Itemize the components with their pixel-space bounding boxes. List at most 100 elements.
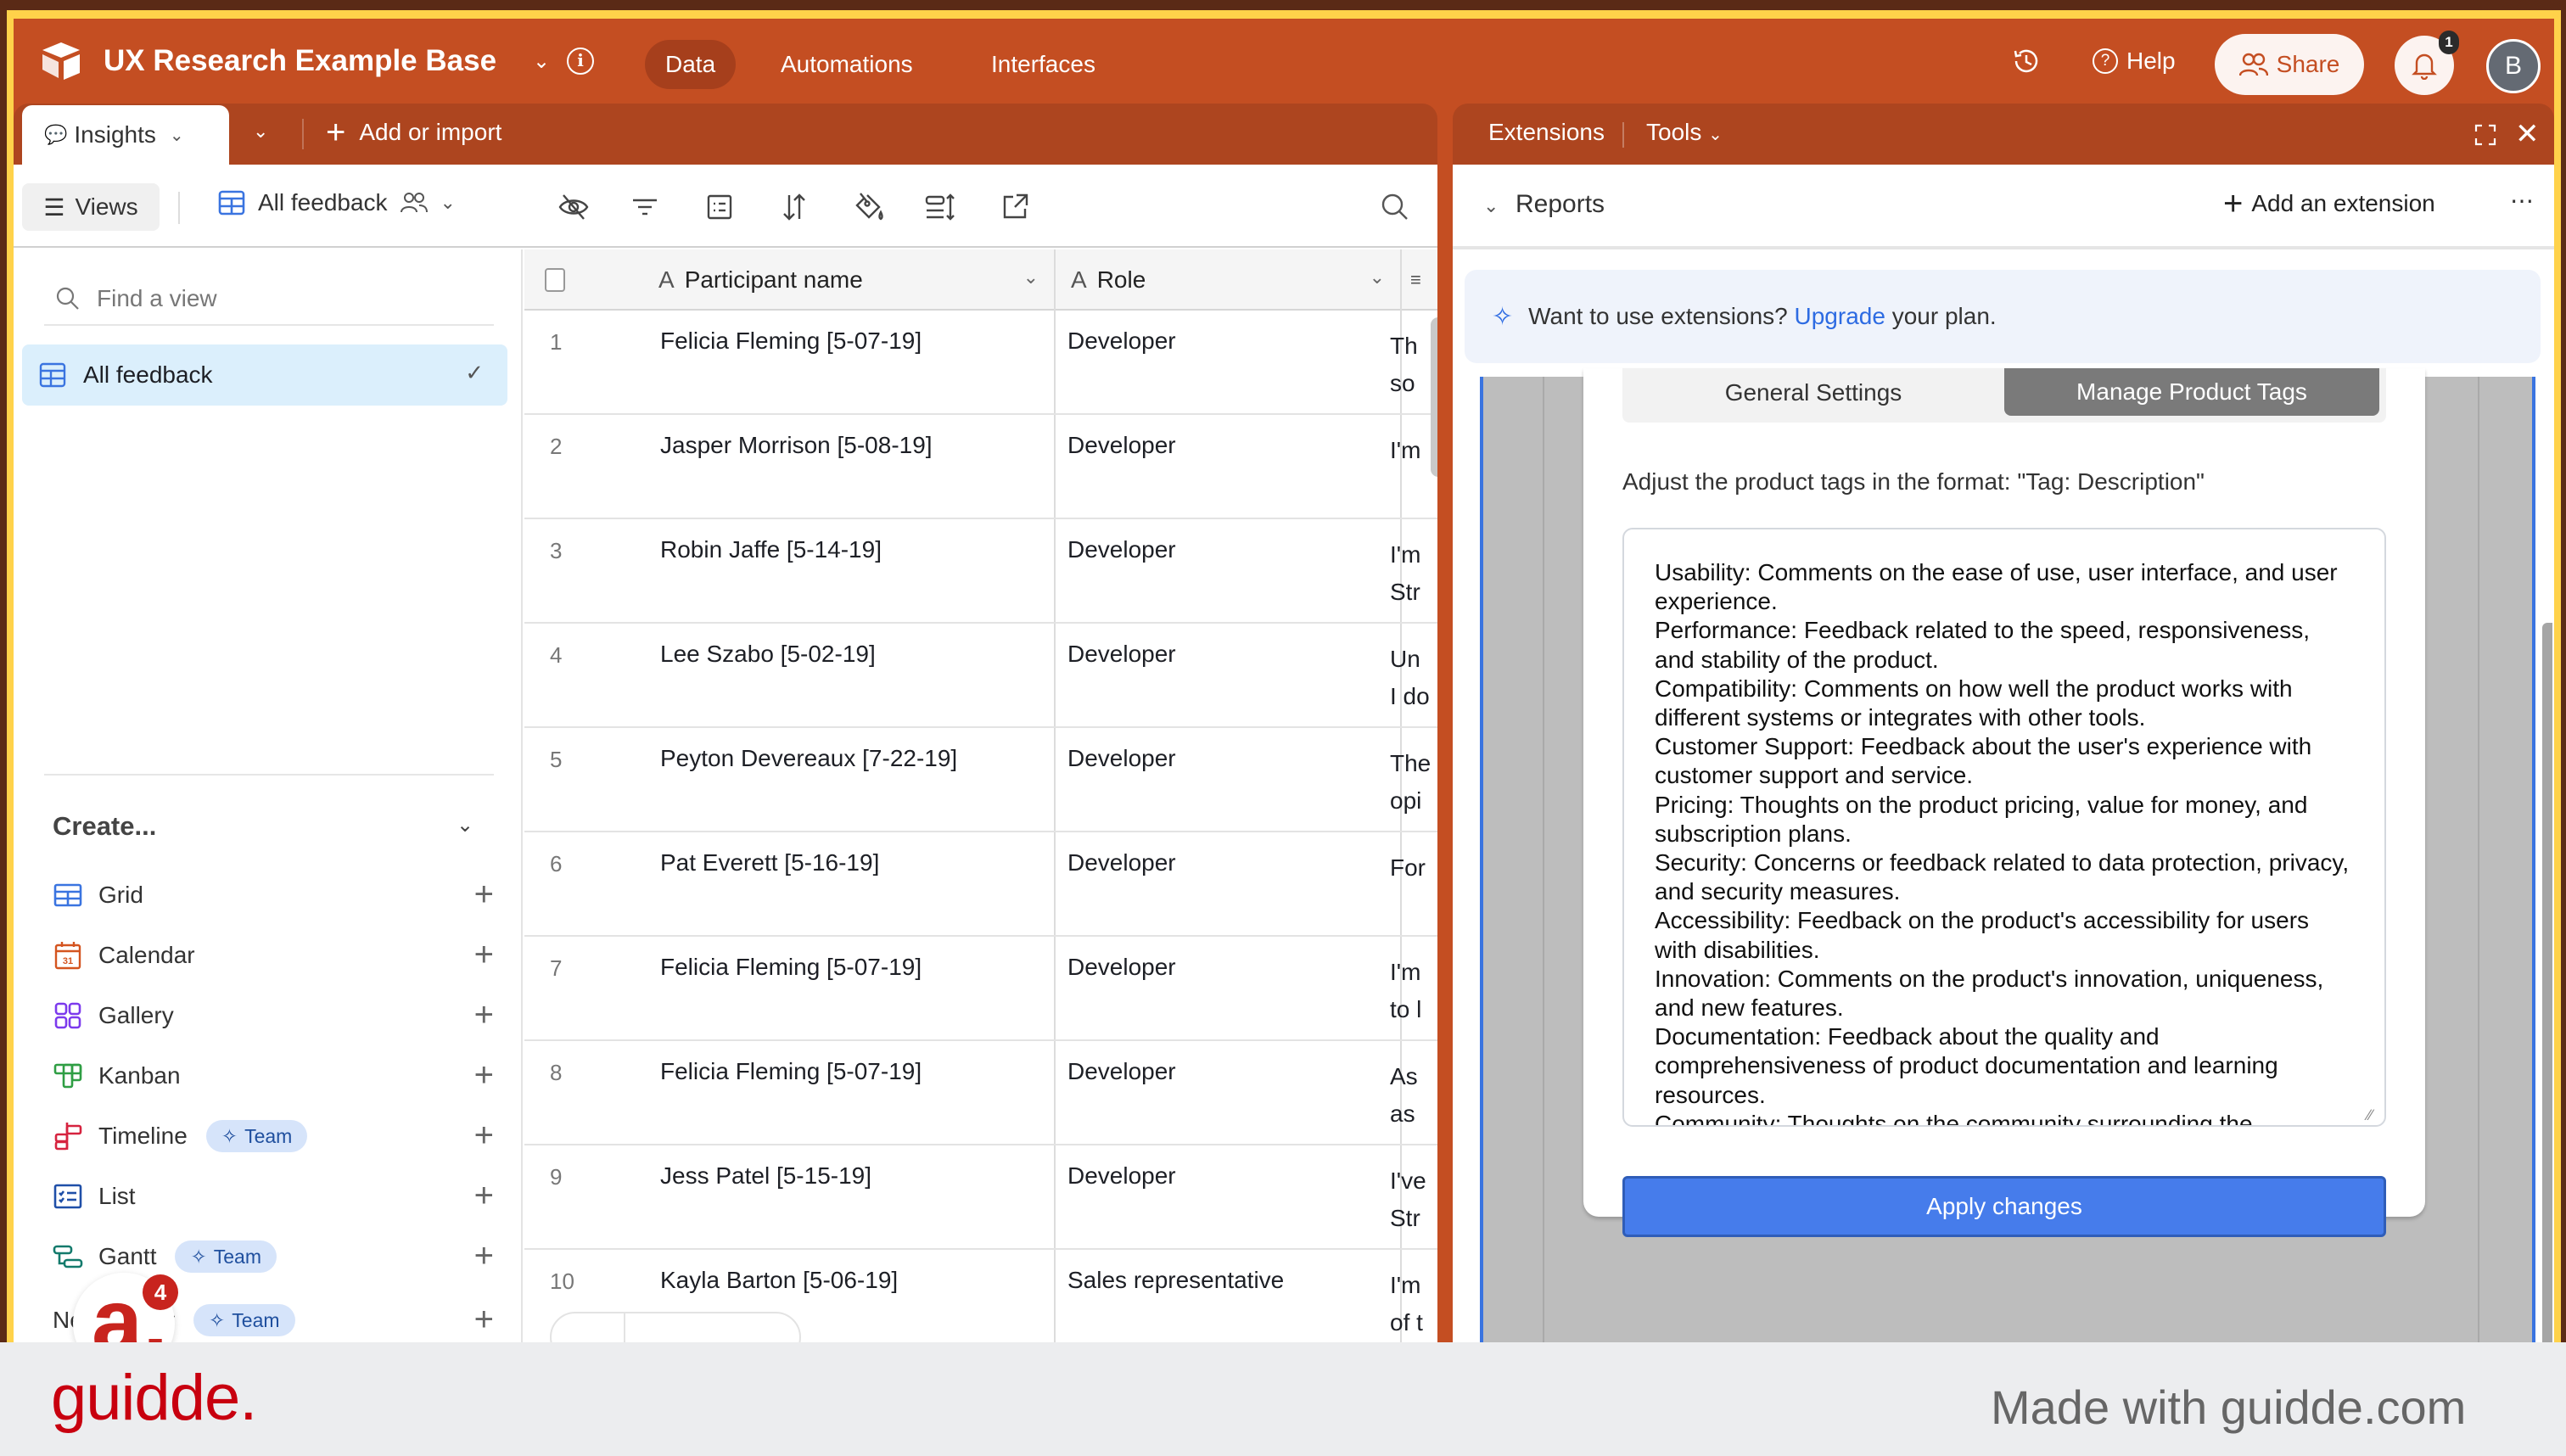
plus-icon[interactable]: +	[474, 1056, 494, 1094]
feedback-cell[interactable]: Un I do	[1390, 641, 1437, 715]
extensions-title[interactable]: Extensions	[1488, 119, 1605, 146]
column-header-feedback[interactable]: ≡	[1402, 249, 1437, 311]
grid-scrollbar[interactable]	[1431, 317, 1437, 477]
chevron-down-icon[interactable]: ⌄	[533, 49, 550, 74]
role-cell[interactable]: Developer	[1067, 1162, 1176, 1190]
role-cell[interactable]: Developer	[1067, 849, 1176, 876]
participant-name-cell[interactable]: Jess Patel [5-15-19]	[660, 1162, 871, 1190]
role-cell[interactable]: Developer	[1067, 536, 1176, 563]
search-icon[interactable]	[1378, 190, 1412, 224]
role-cell[interactable]: Developer	[1067, 641, 1176, 668]
expand-icon[interactable]	[2473, 122, 2498, 148]
tab-manage-product-tags[interactable]: Manage Product Tags	[2004, 368, 2379, 416]
feedback-cell[interactable]: The opi	[1390, 745, 1437, 820]
plus-icon[interactable]: +	[474, 876, 494, 913]
participant-name-cell[interactable]: Lee Szabo [5-02-19]	[660, 641, 876, 668]
add-extension-button[interactable]: + Add an extension	[2223, 187, 2435, 221]
more-options-icon[interactable]: ⋯	[2510, 187, 2535, 215]
role-cell[interactable]: Developer	[1067, 432, 1176, 459]
history-icon[interactable]	[2009, 44, 2043, 78]
participant-name-cell[interactable]: Pat Everett [5-16-19]	[660, 849, 879, 876]
resize-handle-icon[interactable]: ∕∕	[2367, 1106, 2373, 1124]
column-header-participant-name[interactable]: A Participant name ⌄	[601, 249, 1056, 311]
plus-icon[interactable]: +	[474, 1117, 494, 1154]
extensions-scrollbar[interactable]	[2542, 623, 2552, 1342]
feedback-cell[interactable]: I've Str	[1390, 1162, 1437, 1237]
chevron-down-icon[interactable]: ⌄	[1483, 195, 1499, 217]
feedback-cell[interactable]: I'm to l	[1390, 954, 1437, 1028]
role-cell[interactable]: Developer	[1067, 1058, 1176, 1085]
tab-insights[interactable]: 💬 Insights ⌄	[22, 105, 229, 165]
row-height-icon[interactable]	[923, 190, 957, 224]
plus-icon[interactable]: +	[474, 996, 494, 1033]
participant-name-cell[interactable]: Robin Jaffe [5-14-19]	[660, 536, 882, 563]
table-row[interactable]: 5 Peyton Devereaux [7-22-19] Developer The …	[524, 728, 1437, 832]
pane-resize-handle[interactable]	[1437, 104, 1453, 1342]
find-view-input[interactable]: Find a view	[44, 273, 494, 326]
table-row[interactable]: 2 Jasper Morrison [5-08-19] Developer I'm	[524, 415, 1437, 519]
group-icon[interactable]	[703, 190, 737, 224]
user-avatar[interactable]: B	[2486, 39, 2541, 93]
create-gallery-view[interactable]: Gallery +	[53, 994, 494, 1037]
plus-icon[interactable]: +	[474, 1177, 494, 1214]
create-section-header[interactable]: Create...	[53, 811, 156, 842]
nav-automations[interactable]: Automations	[760, 40, 933, 89]
feedback-cell[interactable]: I'm Str	[1390, 536, 1437, 611]
feedback-cell[interactable]: I'm of t	[1390, 1267, 1437, 1341]
dashboard-name[interactable]: Reports	[1516, 190, 1605, 219]
upgrade-link[interactable]: Upgrade	[1795, 303, 1885, 329]
help-button[interactable]: ? Help	[2093, 44, 2176, 78]
participant-name-cell[interactable]: Felicia Fleming [5-07-19]	[660, 1058, 922, 1085]
role-cell[interactable]: Developer	[1067, 954, 1176, 981]
filter-icon[interactable]	[628, 190, 662, 224]
product-tags-textarea[interactable]: Usability: Comments on the ease of use, …	[1622, 528, 2386, 1127]
participant-name-cell[interactable]: Kayla Barton [5-06-19]	[660, 1267, 898, 1294]
sidebar-view-all-feedback[interactable]: All feedback ✓	[22, 344, 507, 406]
role-cell[interactable]: Developer	[1067, 745, 1176, 772]
chevron-down-icon[interactable]: ⌄	[1370, 266, 1385, 288]
close-icon[interactable]: ✕	[2515, 117, 2540, 151]
create-timeline-view[interactable]: Timeline ✧ Team +	[53, 1115, 494, 1157]
feedback-cell[interactable]: As as	[1390, 1058, 1437, 1133]
create-grid-view[interactable]: Grid +	[53, 874, 494, 916]
select-all-checkbox[interactable]	[545, 268, 565, 292]
role-cell[interactable]: Sales representative	[1067, 1267, 1284, 1294]
share-button[interactable]: Share	[2215, 34, 2364, 95]
table-row[interactable]: 6 Pat Everett [5-16-19] Developer For	[524, 832, 1437, 937]
apply-changes-button[interactable]: Apply changes	[1622, 1176, 2386, 1237]
table-row[interactable]: 3 Robin Jaffe [5-14-19] Developer I'm Str	[524, 519, 1437, 624]
table-row[interactable]: 7 Felicia Fleming [5-07-19] Developer I'm t…	[524, 937, 1437, 1041]
create-calendar-view[interactable]: 31 Calendar +	[53, 934, 494, 977]
create-list-view[interactable]: List +	[53, 1175, 494, 1218]
feedback-cell[interactable]: For	[1390, 849, 1437, 887]
nav-interfaces[interactable]: Interfaces	[971, 40, 1116, 89]
participant-name-cell[interactable]: Jasper Morrison [5-08-19]	[660, 432, 933, 459]
role-cell[interactable]: Developer	[1067, 328, 1176, 355]
add-or-import-button[interactable]: + Add or import	[326, 115, 501, 149]
airtable-logo-icon[interactable]	[39, 39, 83, 83]
info-icon[interactable]: i	[567, 48, 594, 75]
table-row[interactable]: 1 Felicia Fleming [5-07-19] Developer Th so	[524, 311, 1437, 415]
hide-fields-icon[interactable]	[557, 190, 591, 224]
tools-menu[interactable]: Tools ⌄	[1646, 119, 1723, 146]
table-row[interactable]: 4 Lee Szabo [5-02-19] Developer Un I do	[524, 624, 1437, 728]
participant-name-cell[interactable]: Felicia Fleming [5-07-19]	[660, 328, 922, 355]
current-view-selector[interactable]: All feedback ⌄	[217, 188, 456, 217]
table-row[interactable]: 8 Felicia Fleming [5-07-19] Developer As as	[524, 1041, 1437, 1145]
tab-general-settings[interactable]: General Settings	[1622, 368, 2004, 417]
plus-icon[interactable]: +	[474, 936, 494, 973]
views-toggle-button[interactable]: ☰ Views	[22, 183, 160, 231]
column-header-role[interactable]: A Role ⌄	[1056, 249, 1402, 311]
participant-name-cell[interactable]: Peyton Devereaux [7-22-19]	[660, 745, 957, 772]
plus-icon[interactable]: +	[474, 1237, 494, 1274]
chevron-down-icon[interactable]: ⌄	[457, 813, 473, 837]
nav-data[interactable]: Data	[645, 40, 737, 89]
create-kanban-view[interactable]: Kanban +	[53, 1055, 494, 1097]
add-record-control[interactable]	[550, 1312, 801, 1342]
sort-icon[interactable]	[777, 190, 811, 224]
base-title[interactable]: UX Research Example Base	[104, 44, 496, 78]
color-icon[interactable]	[852, 190, 886, 224]
plus-icon[interactable]: +	[474, 1301, 494, 1338]
table-row[interactable]: 9 Jess Patel [5-15-19] Developer I've Str	[524, 1145, 1437, 1250]
share-view-icon[interactable]	[998, 190, 1032, 224]
